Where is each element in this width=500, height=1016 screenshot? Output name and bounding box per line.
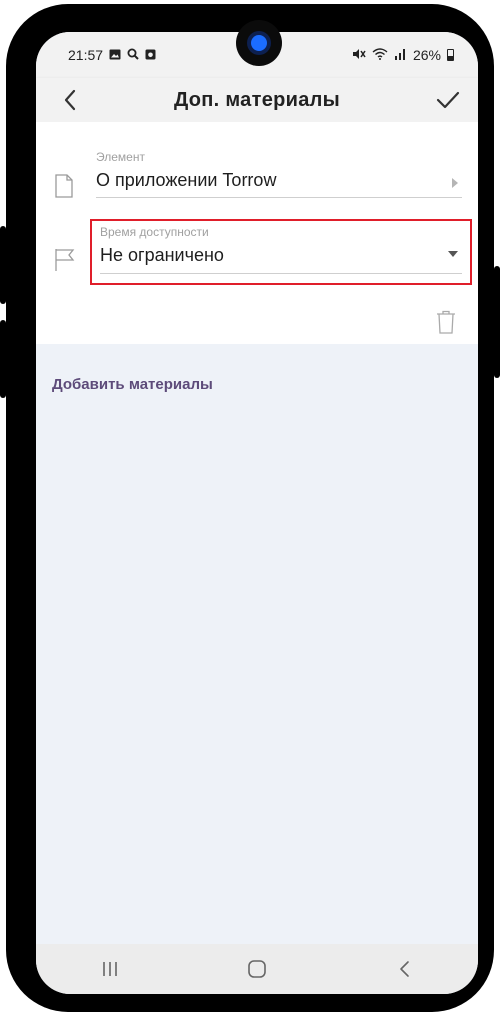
- check-icon: [436, 91, 460, 109]
- signal-icon: [394, 47, 407, 63]
- home-icon: [248, 960, 266, 978]
- element-label: Элемент: [96, 150, 145, 164]
- document-icon: [54, 174, 74, 203]
- status-left: 21:57: [68, 47, 156, 63]
- back-button[interactable]: [54, 84, 86, 116]
- screen: 21:57 26% Доп. материалы Элемент О прило…: [36, 32, 478, 994]
- element-value: О приложении Torrow: [96, 170, 277, 190]
- search-icon: [127, 47, 139, 63]
- recent-apps-button[interactable]: [90, 951, 130, 987]
- system-nav-bar: [36, 944, 478, 994]
- app-bar: Доп. материалы: [36, 78, 478, 122]
- trash-icon: [437, 310, 455, 334]
- element-underline: [96, 197, 462, 198]
- power-button: [0, 320, 6, 398]
- flag-icon: [54, 248, 76, 277]
- camera-app-icon: [145, 47, 156, 63]
- system-back-button[interactable]: [384, 951, 424, 987]
- availability-value: Не ограничено: [100, 245, 224, 265]
- front-camera: [236, 20, 282, 66]
- side-button-right: [494, 266, 500, 378]
- image-icon: [109, 47, 121, 63]
- delete-button[interactable]: [436, 310, 456, 339]
- volume-button: [0, 226, 6, 304]
- page-title: Доп. материалы: [173, 88, 341, 111]
- materials-card: Элемент О приложении Torrow Время доступ…: [36, 122, 478, 344]
- chevron-left-icon: [64, 89, 76, 111]
- availability-time-dropdown[interactable]: Время доступности Не ограничено: [90, 219, 472, 285]
- phone-frame: 21:57 26% Доп. материалы Элемент О прило…: [0, 4, 500, 1012]
- dropdown-arrow-icon: [448, 251, 458, 257]
- home-button[interactable]: [237, 951, 277, 987]
- add-materials-link[interactable]: Добавить материалы: [52, 376, 213, 393]
- back-icon: [400, 961, 410, 977]
- caret-right-icon: [452, 175, 458, 193]
- battery-percent: 26%: [412, 47, 441, 63]
- wifi-icon: [372, 47, 388, 63]
- confirm-button[interactable]: [430, 84, 466, 116]
- status-time: 21:57: [68, 47, 104, 63]
- availability-label: Время доступности: [100, 225, 209, 239]
- element-field[interactable]: Элемент О приложении Torrow: [96, 150, 462, 204]
- battery-icon: [447, 49, 454, 61]
- mute-icon: [352, 47, 366, 63]
- availability-underline: [100, 273, 462, 274]
- recent-apps-icon: [102, 962, 117, 976]
- status-right: 26%: [352, 47, 454, 63]
